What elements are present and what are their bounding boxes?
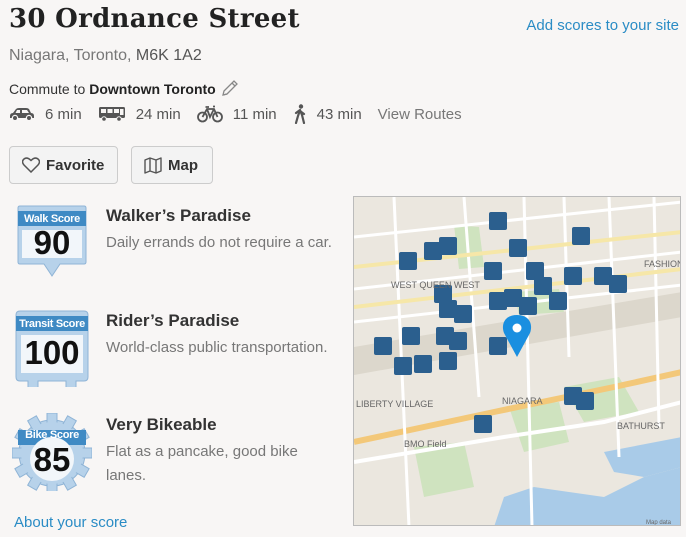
walk-score-badge[interactable]: Walk Score 90 — [12, 204, 92, 282]
transit-score-value: 100 — [24, 334, 80, 371]
bike-score-row: Bike Score 85 Very Bikeable Flat as a pa… — [12, 413, 298, 491]
bike-icon — [196, 105, 223, 123]
commute-mode-bike[interactable]: 11 min — [196, 105, 277, 123]
map-label-niagara: NIAGARA — [502, 396, 543, 406]
transit-score-badge[interactable]: Transit Score 100 — [12, 309, 92, 387]
address-locality: Niagara, Toronto, — [9, 47, 132, 64]
commute-mode-walk[interactable]: 43 min — [293, 104, 362, 124]
bike-score-label: Bike Score — [25, 429, 79, 441]
commute-modes: 6 min 24 min 11 min 43 min View Routes — [9, 104, 462, 124]
map-button[interactable]: Map — [131, 146, 213, 184]
map-label-bmo-field: BMO Field — [404, 439, 447, 449]
walk-icon — [294, 104, 305, 124]
pencil-icon[interactable] — [220, 80, 240, 98]
transit-score-row: Transit Score 100 Rider’s Paradise World… — [12, 309, 327, 387]
walk-score-row: Walk Score 90 Walker’s Paradise Daily er… — [12, 204, 332, 282]
walk-score-title: Walker’s Paradise — [106, 206, 251, 225]
walk-score-description: Daily errands do not require a car. — [106, 234, 332, 251]
commute-time-walk: 43 min — [316, 105, 362, 123]
favorite-label: Favorite — [46, 156, 105, 174]
postal-code: M6K 1A2 — [135, 47, 202, 64]
map-icon — [144, 156, 162, 174]
transit-score-description: World-class public transportation. — [106, 339, 328, 356]
commute-mode-car[interactable]: 6 min — [9, 106, 82, 123]
view-routes-link[interactable]: View Routes — [378, 106, 462, 123]
bike-score-description: Flat as a pancake, good bike lanes. — [106, 443, 298, 484]
map-attribution: Map data — [646, 520, 672, 526]
neighborhood-map[interactable]: WEST QUEEN WEST NIAGARA FASHION DISTRICT… — [353, 196, 681, 526]
map-label-bathurst: BATHURST — [617, 421, 665, 431]
car-icon — [10, 108, 34, 121]
commute-time-car: 6 min — [45, 105, 82, 123]
heart-icon — [22, 157, 40, 173]
commute-destination: Commute to Downtown Toronto — [9, 80, 240, 98]
map-label-west-queen-west: WEST QUEEN WEST — [391, 280, 480, 290]
commute-prefix: Commute to — [9, 81, 86, 97]
transit-score-title: Rider’s Paradise — [106, 311, 240, 330]
bus-icon — [98, 107, 125, 122]
address: Niagara, Toronto, M6K 1A2 — [9, 47, 202, 65]
map-canvas: WEST QUEEN WEST NIAGARA FASHION DISTRICT… — [354, 197, 681, 526]
commute-time-bus: 24 min — [135, 105, 181, 123]
map-label-fashion-district: FASHION DISTRICT — [644, 259, 681, 269]
transit-score-label: Transit Score — [19, 318, 85, 330]
bike-score-value: 85 — [33, 441, 71, 478]
commute-time-bike: 11 min — [232, 105, 277, 123]
map-label: Map — [168, 156, 198, 174]
commute-mode-bus[interactable]: 24 min — [98, 106, 181, 123]
map-label-liberty-village: LIBERTY VILLAGE — [356, 399, 433, 409]
walk-score-value: 90 — [33, 224, 71, 261]
favorite-button[interactable]: Favorite — [9, 146, 118, 184]
bike-score-badge[interactable]: Bike Score 85 — [12, 413, 92, 491]
commute-destination-name: Downtown Toronto — [89, 81, 216, 97]
add-scores-link[interactable]: Add scores to your site — [526, 17, 679, 34]
bike-score-title: Very Bikeable — [106, 415, 217, 434]
about-score-link[interactable]: About your score — [14, 514, 127, 531]
page-title: 30 Ordnance Street — [9, 4, 300, 34]
